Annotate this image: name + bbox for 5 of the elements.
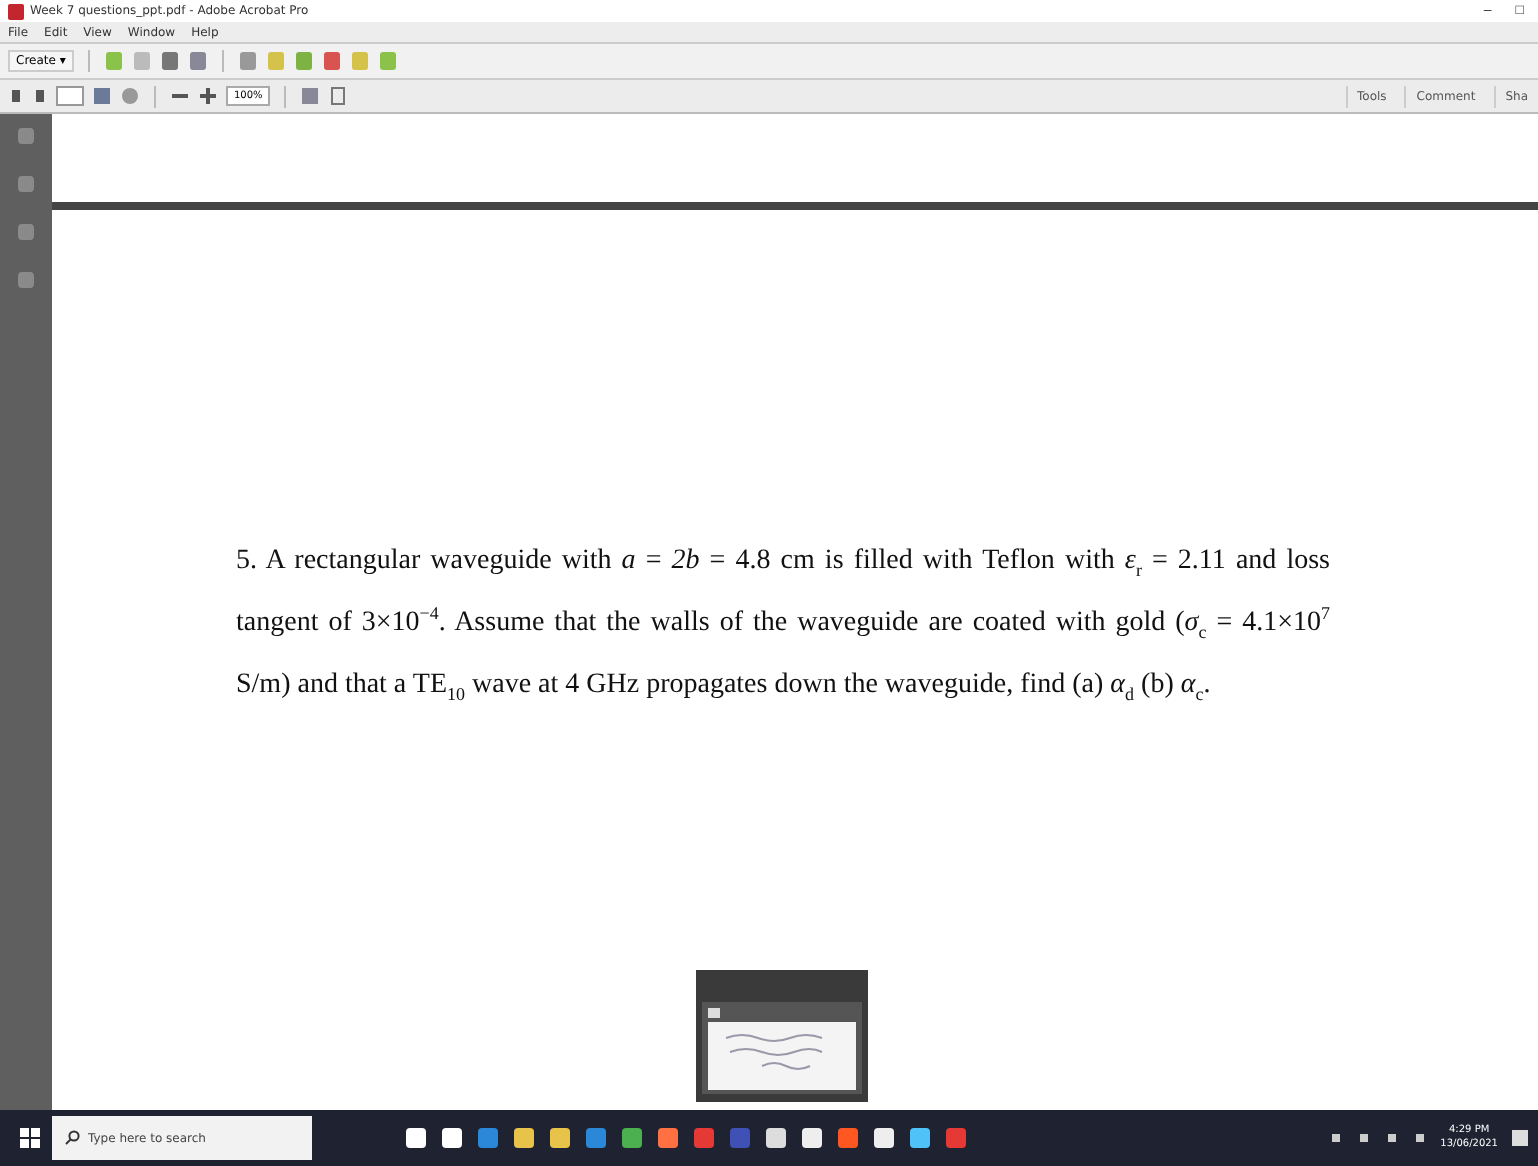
windows-icon[interactable] bbox=[20, 1128, 40, 1148]
page-field[interactable] bbox=[56, 86, 84, 106]
question-text: 5. A rectangular waveguide with a = 2b = 4.8 cm is filled with Teflon with ε$_{r}$ = 2.11 and loss tangent of 3×10$^{−4}$. Assume that the walls of the waveguide are coated with gold (σ$_{c}$ = 4.1×10$^{7}$ S/m) and that a TE$_{10}$ wave at 4 GHz propagates down the waveguide, find (a) α$_{d}$ (b) α$_{c}$. bbox=[236, 544, 1330, 708]
preview-thumbnail[interactable] bbox=[696, 970, 868, 1102]
zoom-in-icon[interactable] bbox=[198, 86, 218, 106]
